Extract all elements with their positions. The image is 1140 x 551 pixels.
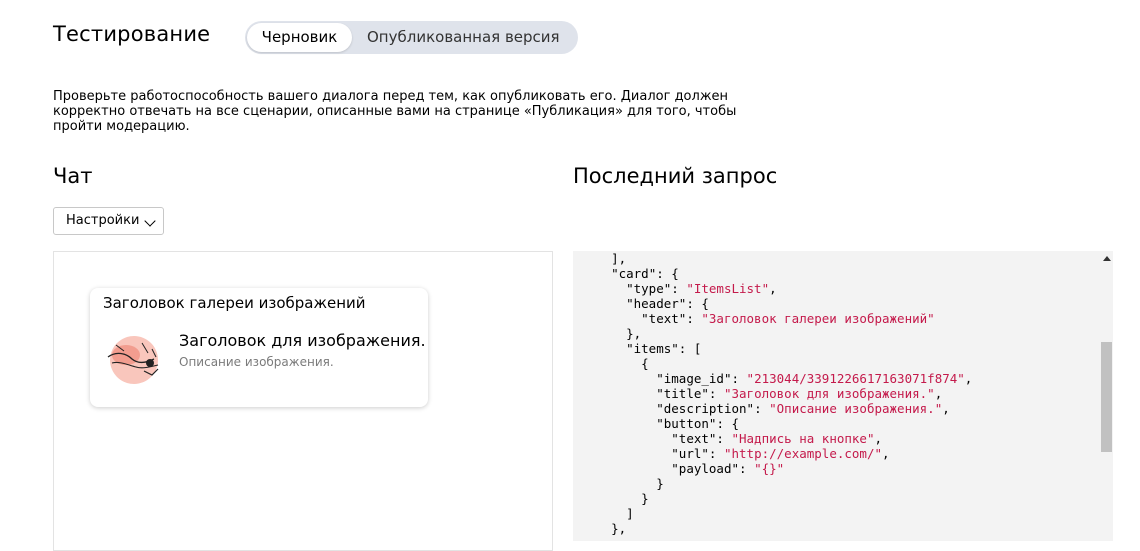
gallery-item-description: Описание изображения. [179, 355, 334, 369]
gallery-header: Заголовок галереи изображений [103, 294, 366, 312]
last-request-title: Последний запрос [573, 164, 778, 188]
settings-dropdown-button[interactable]: Настройки [53, 207, 164, 235]
request-json-code: ], "card": { "type": "ItemsList", "heade… [611, 251, 973, 536]
description-line: корректно отвечать на все сценарии, опис… [53, 104, 737, 119]
page-title: Тестирование [53, 22, 211, 46]
chat-section-title: Чат [53, 164, 93, 188]
code-scrollbar[interactable] [1100, 251, 1113, 541]
gallery-item-title: Заголовок для изображения. [179, 331, 426, 350]
chat-panel: Заголовок галереи изображений Заголовок … [53, 251, 553, 551]
settings-label: Настройки [66, 213, 140, 228]
tab-draft[interactable]: Черновик [247, 23, 352, 52]
testing-description: Проверьте работоспособность вашего диало… [53, 89, 753, 134]
tab-published-version[interactable]: Опубликованная версия [367, 23, 560, 52]
version-switch: Черновик Опубликованная версия [245, 21, 578, 54]
description-line: Проверьте работоспособность вашего диало… [53, 89, 729, 104]
last-request-code-panel: ], "card": { "type": "ItemsList", "heade… [573, 251, 1113, 541]
image-gallery-card: Заголовок галереи изображений Заголовок … [90, 288, 428, 407]
illustration-image-icon[interactable] [102, 331, 166, 387]
scrollbar-thumb[interactable] [1101, 342, 1112, 452]
description-line: пройти модерацию. [53, 119, 190, 134]
chevron-down-icon [144, 215, 156, 227]
scroll-up-arrow-icon[interactable] [1103, 256, 1111, 261]
